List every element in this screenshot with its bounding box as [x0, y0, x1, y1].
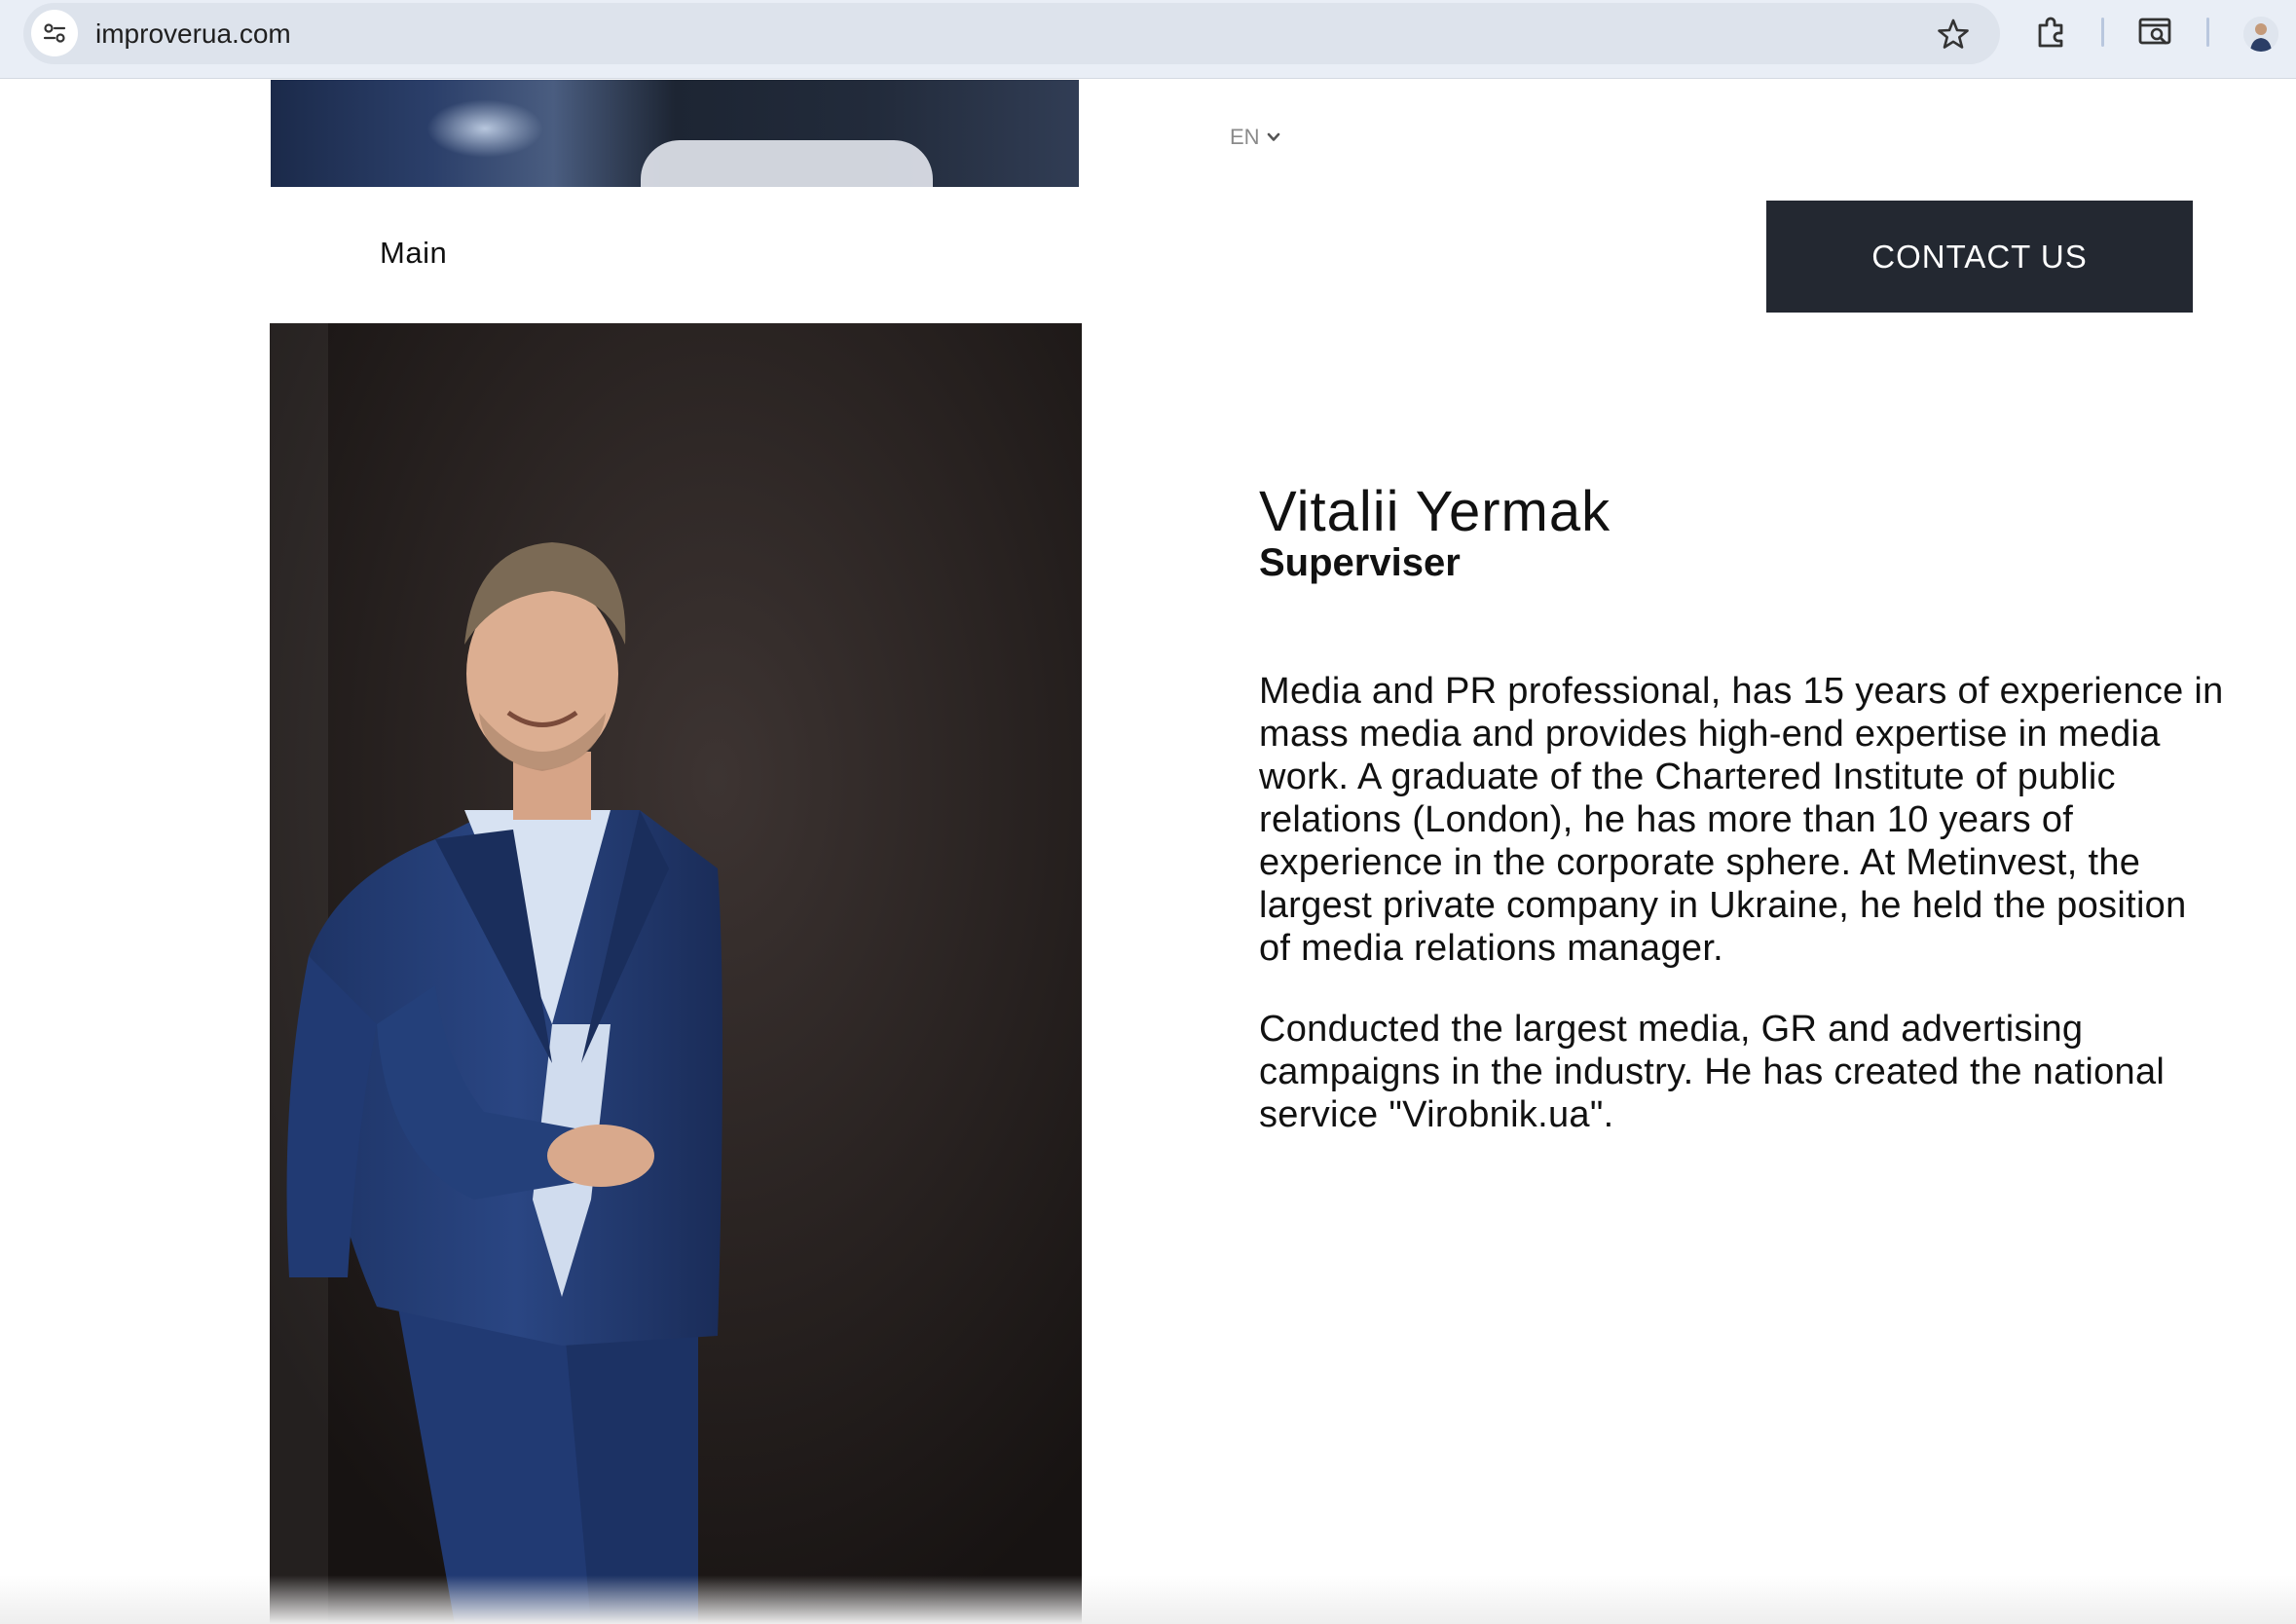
nav-link-main[interactable]: Main	[380, 236, 447, 271]
language-label: EN	[1230, 125, 1260, 149]
tab-search-icon[interactable]	[2136, 14, 2173, 51]
address-bar[interactable]: improverua.com	[23, 3, 2000, 64]
profile-avatar[interactable]	[2243, 17, 2278, 52]
bio-line: mass media and provides high-end experti…	[1259, 714, 2161, 755]
url-text[interactable]: improverua.com	[95, 18, 291, 50]
site-info-button[interactable]	[31, 10, 78, 56]
person-role: Superviser	[1259, 541, 1461, 584]
bio-line: relations (London), he has more than 10 …	[1259, 799, 2074, 840]
profile-avatar-icon	[2243, 17, 2278, 52]
bio-line: campaigns in the industry. He has create…	[1259, 1052, 2166, 1092]
toolbar-separator	[2101, 18, 2104, 47]
bio-line: service "Virobnik.ua".	[1259, 1094, 1614, 1135]
header-photo	[271, 80, 1079, 187]
bio-line: work. A graduate of the Chartered Instit…	[1259, 757, 2116, 797]
contact-us-button[interactable]: CONTACT US	[1766, 201, 2193, 313]
page-content: EN Main CONTACT US Vitalii Yermak Superv…	[0, 80, 2296, 1624]
language-switcher[interactable]: EN	[1230, 125, 1281, 150]
bio-line: Conducted the largest media, GR and adve…	[1259, 1009, 2084, 1050]
bio-line: experience in the corporate sphere. At M…	[1259, 842, 2141, 883]
puzzle-icon[interactable]	[2033, 14, 2070, 51]
toolbar-separator	[2206, 18, 2209, 47]
bio-line: Media and PR professional, has 15 years …	[1259, 671, 2224, 712]
tune-icon	[43, 23, 66, 43]
browser-toolbar: improverua.com	[0, 0, 2296, 79]
bio-paragraph: Conducted the largest media, GR and adve…	[1259, 1008, 2296, 1136]
star-icon[interactable]	[1936, 17, 1971, 52]
person-name: Vitalii Yermak	[1259, 480, 1611, 543]
chevron-down-icon	[1267, 132, 1279, 141]
bio-paragraph: Media and PR professional, has 15 years …	[1259, 670, 2296, 970]
bio-text: Media and PR professional, has 15 years …	[1259, 670, 2296, 1174]
person-illustration	[270, 323, 1082, 1624]
bio-line: largest private company in Ukraine, he h…	[1259, 885, 2187, 926]
bio-line: of media relations manager.	[1259, 928, 1724, 969]
portrait-photo	[270, 323, 1082, 1624]
